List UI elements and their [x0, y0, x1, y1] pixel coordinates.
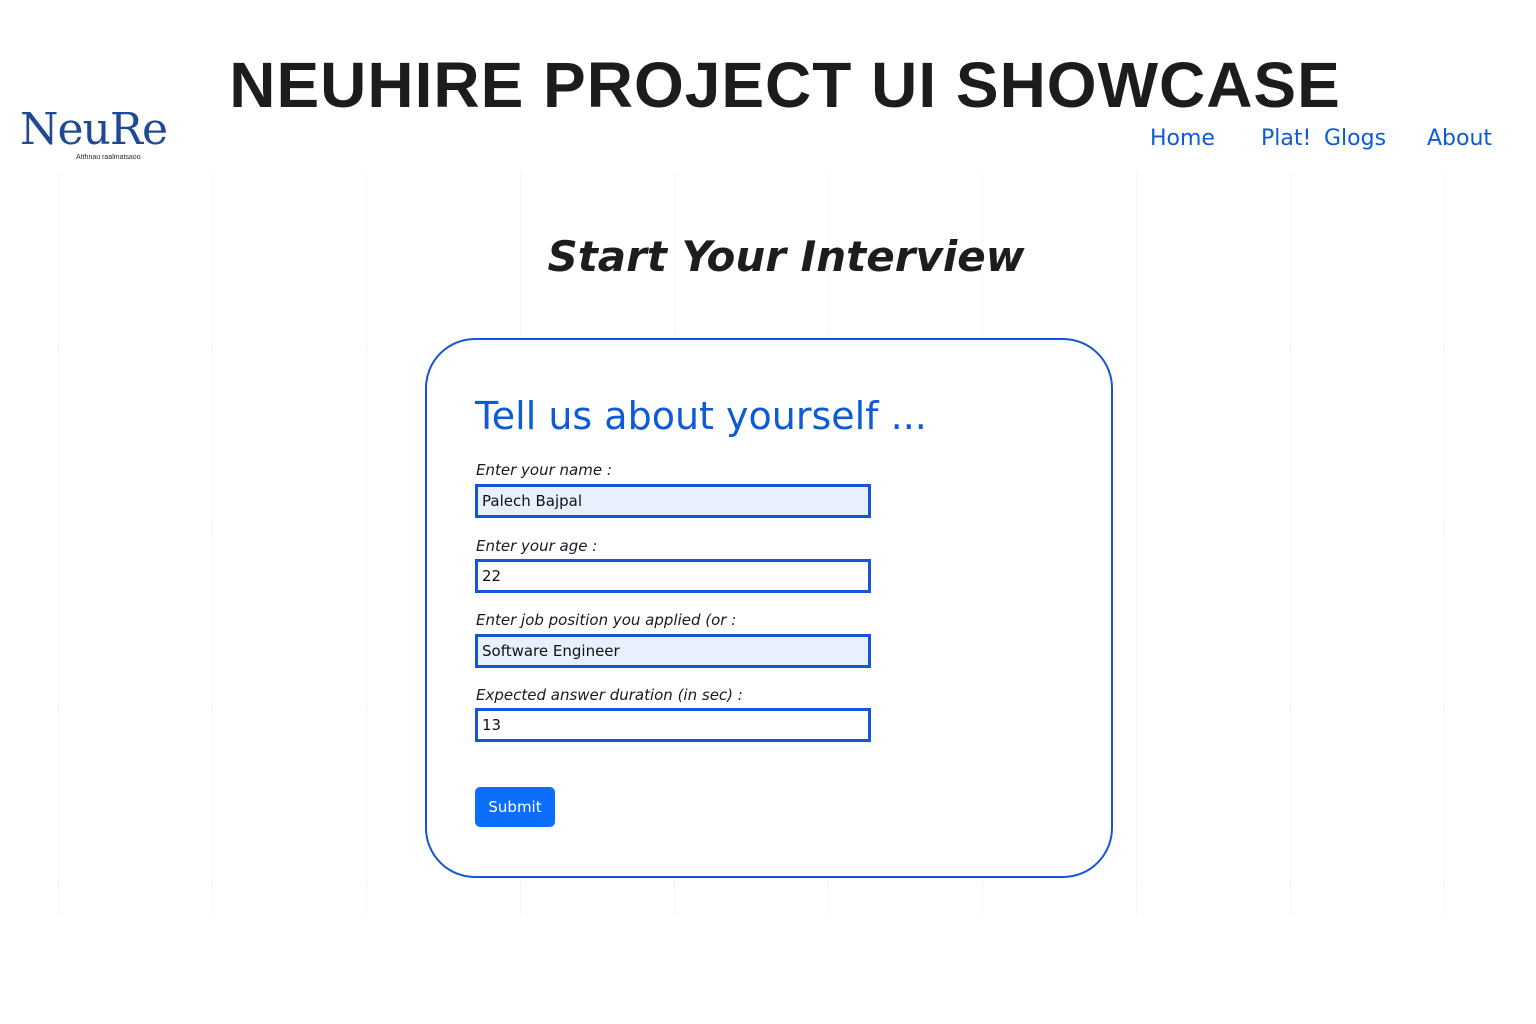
job-position-label: Enter job position you applied (or :: [476, 611, 737, 629]
age-label: Enter your age :: [476, 537, 598, 555]
interview-form-card: Tell us about yourself ... Enter your na…: [425, 338, 1113, 878]
age-input[interactable]: [475, 559, 871, 593]
nav-link-glogs[interactable]: Glogs: [1324, 126, 1386, 151]
page-heading: Start Your Interview: [547, 232, 1025, 281]
nav-link-home[interactable]: Home: [1150, 126, 1215, 151]
answer-duration-input[interactable]: [475, 708, 871, 742]
page: NEUHIRE PROJECT UI SHOWCASE NeuRe Atthna…: [0, 0, 1536, 1024]
name-input[interactable]: [475, 484, 871, 518]
answer-duration-label: Expected answer duration (in sec) :: [476, 686, 743, 704]
job-position-input[interactable]: [475, 634, 871, 668]
showcase-title: NEUHIRE PROJECT UI SHOWCASE: [229, 49, 1341, 121]
name-label: Enter your name :: [476, 461, 612, 479]
top-nav: Home Plat! Glogs About: [0, 126, 1536, 158]
form-title: Tell us about yourself ...: [475, 394, 927, 438]
nav-link-plat[interactable]: Plat!: [1261, 126, 1311, 151]
nav-link-about[interactable]: About: [1427, 126, 1492, 151]
submit-button[interactable]: Submit: [475, 787, 555, 827]
